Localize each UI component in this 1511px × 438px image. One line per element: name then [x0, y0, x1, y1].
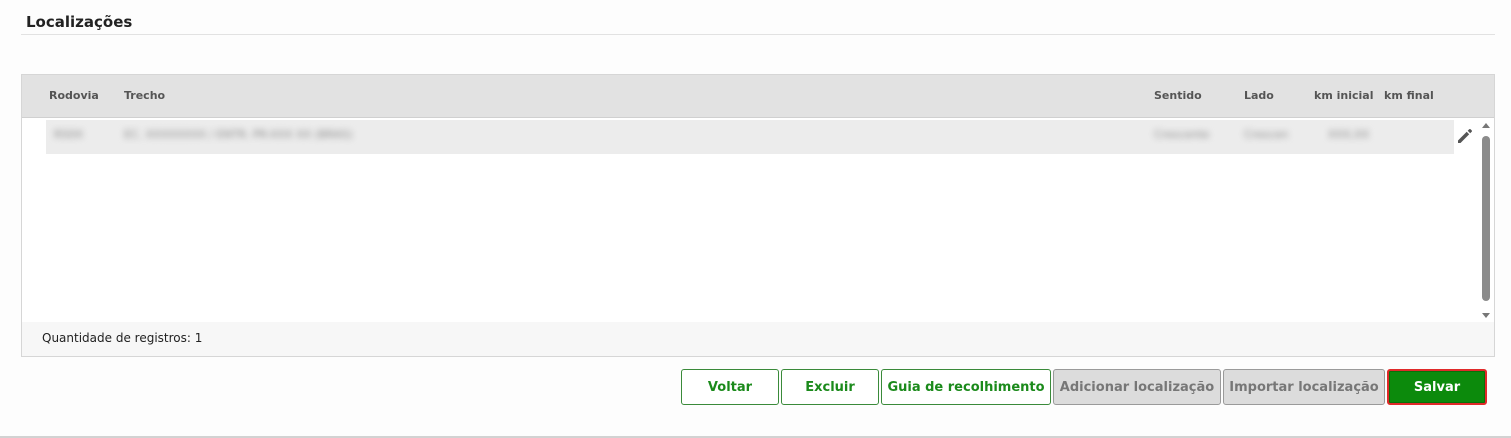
column-header-rodovia[interactable]: Rodovia	[49, 89, 99, 102]
adicionar-localizacao-button[interactable]: Adicionar localização	[1053, 369, 1221, 405]
locations-table: Rodovia Trecho Sentido Lado km inicial k…	[21, 74, 1495, 357]
cell-trecho: EC. XXXXXXXX / ENTR. PR-XXX XX (BRAS)	[124, 128, 353, 141]
table-body: RS0X EC. XXXXXXXX / ENTR. PR-XXX XX (BRA…	[22, 118, 1494, 322]
table-footer: Quantidade de registros: 1	[22, 322, 1494, 356]
scroll-down-arrow-icon[interactable]	[1482, 313, 1490, 318]
guia-de-recolhimento-button[interactable]: Guia de recolhimento	[881, 369, 1051, 405]
locations-page: Localizações Rodovia Trecho Sentido Lado…	[0, 0, 1511, 438]
cell-lado: Crescen	[1244, 128, 1289, 141]
column-header-km-final[interactable]: km final	[1384, 89, 1434, 102]
scroll-thumb[interactable]	[1482, 136, 1490, 301]
column-header-lado[interactable]: Lado	[1244, 89, 1274, 102]
salvar-button[interactable]: Salvar	[1387, 369, 1487, 405]
importar-localizacao-button[interactable]: Importar localização	[1223, 369, 1385, 405]
excluir-button[interactable]: Excluir	[781, 369, 879, 405]
cell-sentido: Crescente	[1154, 128, 1210, 141]
table-scrollbar[interactable]	[1478, 118, 1494, 322]
record-count: Quantidade de registros: 1	[42, 331, 203, 345]
column-header-sentido[interactable]: Sentido	[1154, 89, 1202, 102]
cell-km-inicial: XXX,XX	[1328, 128, 1370, 141]
voltar-button[interactable]: Voltar	[681, 369, 779, 405]
section-title: Localizações	[26, 13, 133, 31]
title-divider	[21, 34, 1495, 35]
table-row[interactable]: RS0X EC. XXXXXXXX / ENTR. PR-XXX XX (BRA…	[46, 120, 1454, 154]
column-header-trecho[interactable]: Trecho	[124, 89, 165, 102]
pencil-icon[interactable]	[1455, 126, 1475, 146]
column-header-km-inicial[interactable]: km inicial	[1314, 89, 1373, 102]
cell-km-final	[1404, 128, 1444, 144]
table-header: Rodovia Trecho Sentido Lado km inicial k…	[22, 75, 1494, 118]
scroll-up-arrow-icon[interactable]	[1482, 123, 1490, 128]
cell-rodovia: RS0X	[54, 128, 84, 141]
